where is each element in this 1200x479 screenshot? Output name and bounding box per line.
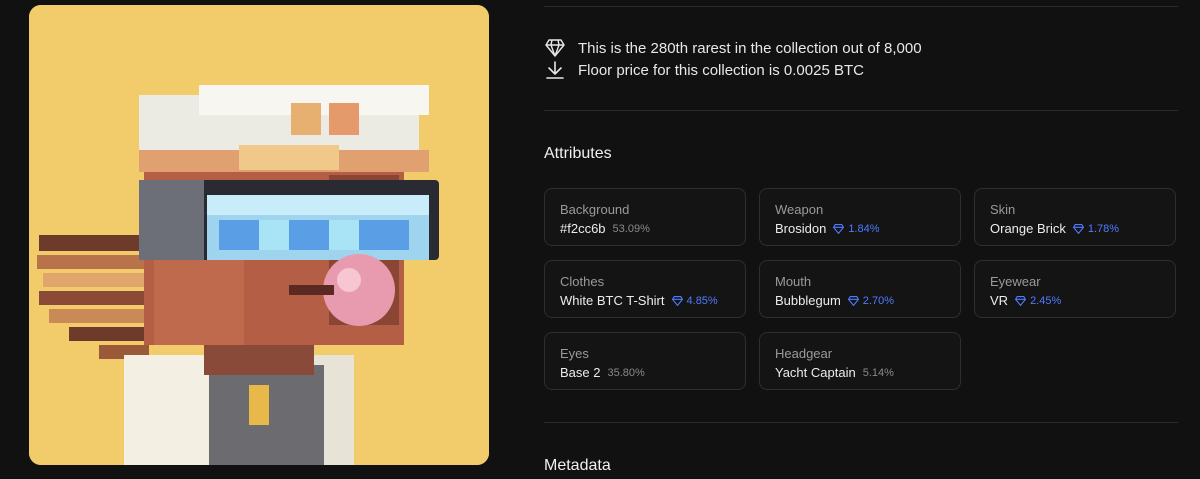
attribute-percent: 35.80%: [607, 367, 645, 379]
attribute-percent: 4.85%: [671, 294, 718, 308]
attribute-type: Clothes: [560, 274, 605, 289]
floor-price-info: Floor price for this collection is 0.002…: [544, 59, 864, 81]
divider: [544, 422, 1178, 423]
diamond-icon: [1015, 296, 1027, 306]
attribute-value: Bubblegum: [775, 293, 841, 308]
attribute-percent: 2.70%: [847, 294, 894, 308]
attribute-card-headgear[interactable]: Headgear Yacht Captain 5.14%: [759, 332, 961, 390]
nft-pixel-art: [29, 5, 489, 465]
attribute-percent: 1.84%: [833, 222, 880, 236]
attribute-percent: 5.14%: [862, 367, 894, 379]
attribute-type: Eyewear: [990, 274, 1041, 289]
attribute-percent: 2.45%: [1015, 294, 1061, 308]
diamond-icon: [847, 296, 859, 306]
diamond-icon: [1072, 224, 1084, 234]
divider: [544, 110, 1178, 111]
attribute-value: VR: [990, 293, 1009, 308]
attribute-type: Skin: [990, 202, 1016, 217]
attribute-type: Background: [560, 202, 630, 217]
download-arrow-icon: [544, 59, 566, 81]
floor-price-text: Floor price for this collection is 0.002…: [578, 61, 864, 79]
attribute-card-clothes[interactable]: Clothes White BTC T-Shirt 4.85%: [544, 260, 746, 318]
attribute-value: White BTC T-Shirt: [560, 293, 665, 308]
attribute-percent: 53.09%: [612, 223, 650, 235]
rarity-info: This is the 280th rarest in the collecti…: [544, 37, 922, 59]
attribute-value: Brosidon: [775, 221, 827, 236]
attributes-heading: Attributes: [544, 145, 612, 162]
metadata-heading: Metadata: [544, 457, 611, 474]
attribute-type: Headgear: [775, 346, 833, 361]
nft-details-panel: This is the 280th rarest in the collecti…: [544, 0, 1180, 479]
rarity-text: This is the 280th rarest in the collecti…: [578, 39, 922, 57]
attribute-card-skin[interactable]: Skin Orange Brick 1.78%: [974, 188, 1176, 246]
attribute-value: Base 2: [560, 365, 601, 380]
attribute-value: #f2cc6b: [560, 221, 606, 236]
attribute-card-eyewear[interactable]: Eyewear VR 2.45%: [974, 260, 1176, 318]
diamond-icon: [544, 37, 566, 59]
attribute-card-mouth[interactable]: Mouth Bubblegum 2.70%: [759, 260, 961, 318]
attribute-type: Eyes: [560, 346, 589, 361]
diamond-icon: [833, 224, 845, 234]
attribute-percent: 1.78%: [1072, 222, 1119, 236]
attribute-value: Yacht Captain: [775, 365, 856, 380]
attribute-value: Orange Brick: [990, 221, 1066, 236]
divider: [544, 6, 1178, 7]
attribute-type: Weapon: [775, 202, 824, 217]
attribute-card-background[interactable]: Background #f2cc6b 53.09%: [544, 188, 746, 246]
nft-image[interactable]: [29, 5, 489, 465]
attribute-card-weapon[interactable]: Weapon Brosidon 1.84%: [759, 188, 961, 246]
attribute-type: Mouth: [775, 274, 812, 289]
attribute-card-eyes[interactable]: Eyes Base 2 35.80%: [544, 332, 746, 390]
diamond-icon: [671, 296, 683, 306]
